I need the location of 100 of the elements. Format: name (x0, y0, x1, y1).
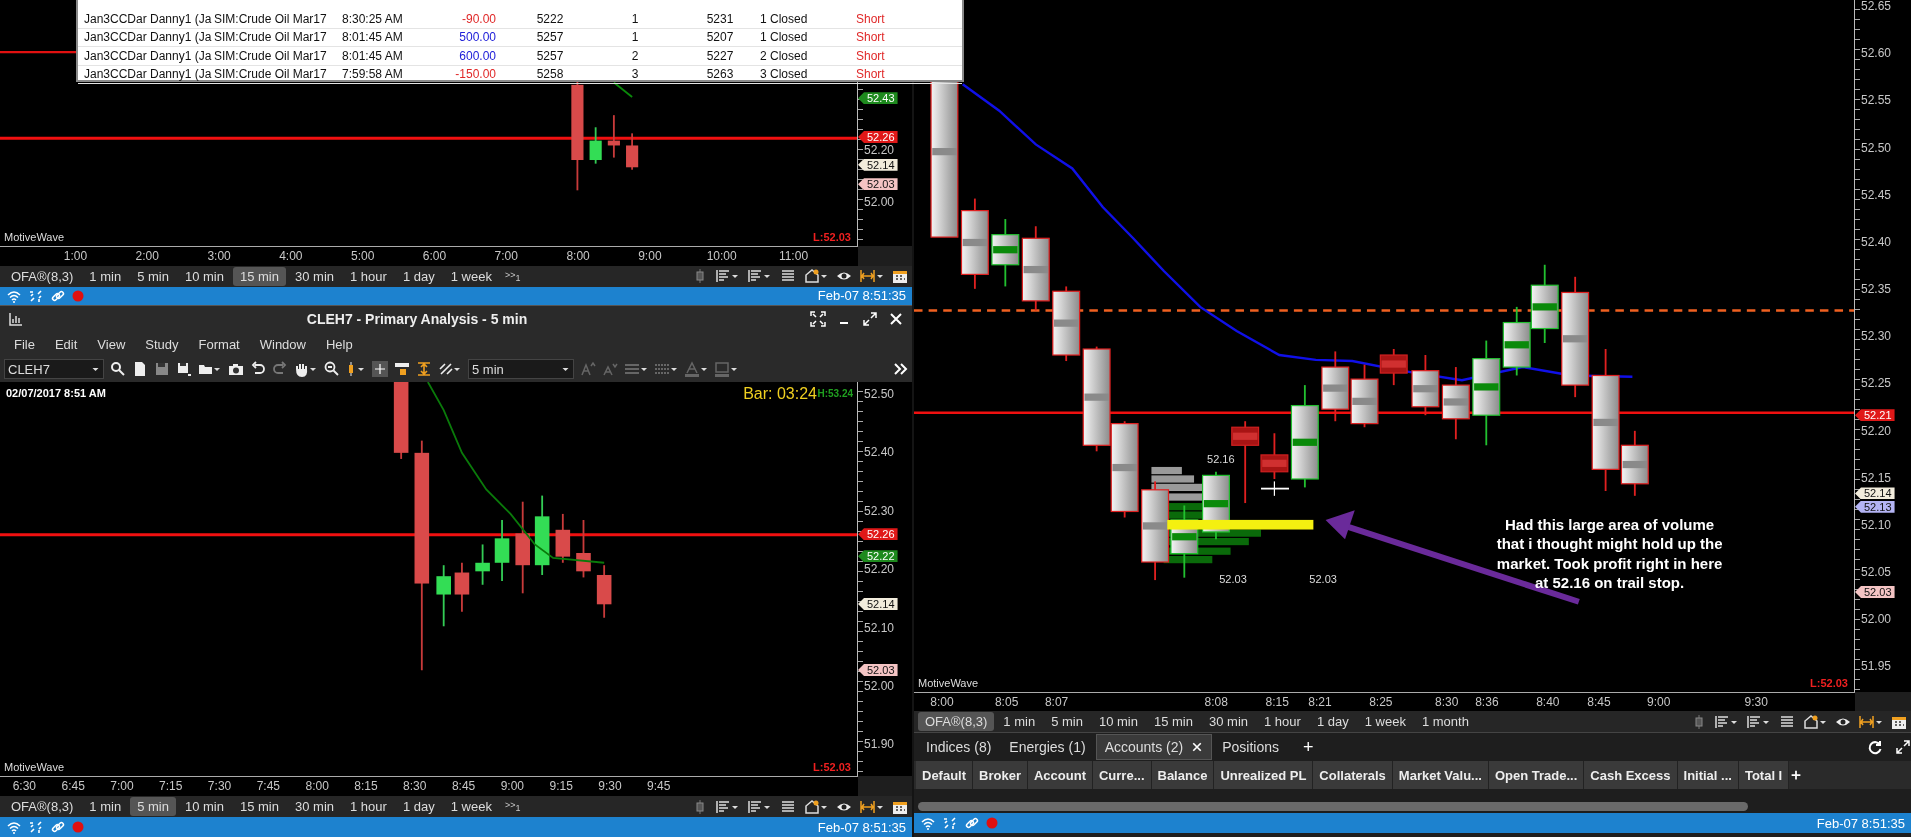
interval-tab[interactable]: 1 hour (343, 797, 394, 817)
interval-tab[interactable]: 1 week (443, 797, 499, 817)
interval-tab[interactable]: 1 day (395, 266, 442, 286)
interval-tab[interactable]: 15 min (232, 266, 286, 286)
menu-item[interactable]: Format (188, 337, 250, 353)
column-header[interactable]: Balance (1151, 761, 1215, 789)
save-icon[interactable] (154, 361, 170, 378)
interval-tab[interactable]: 10 min (1091, 712, 1145, 731)
bars-icon[interactable] (716, 798, 740, 815)
fit-height-icon[interactable] (416, 361, 432, 378)
crosshair-icon[interactable] (372, 361, 388, 378)
list-icon[interactable] (780, 798, 796, 815)
document-icon[interactable] (132, 361, 148, 378)
interval-tab[interactable]: 1 day (1309, 712, 1356, 731)
bars-icon[interactable] (748, 268, 772, 285)
study-button[interactable]: OFA®(8,3) (4, 797, 81, 817)
menu-item[interactable]: Help (316, 337, 363, 353)
interval-tab[interactable]: 5 min (130, 266, 176, 286)
list-icon[interactable] (1779, 713, 1795, 730)
price-tag: 52.14 (1855, 487, 1895, 500)
menu-item[interactable]: File (4, 337, 45, 353)
interval-tab[interactable]: 1 min (82, 266, 129, 286)
bars-icon[interactable] (1747, 713, 1771, 730)
study-button[interactable]: OFA®(8,3) (4, 266, 81, 286)
interval-tab[interactable]: 1 hour (343, 266, 394, 286)
column-header[interactable]: Collaterals (1313, 761, 1393, 789)
column-header[interactable]: Market Valu... (1392, 761, 1489, 789)
menu-item[interactable]: Edit (44, 337, 88, 353)
add-tab-button[interactable]: + (1289, 736, 1328, 758)
interval-tab[interactable]: 1 min (996, 712, 1043, 731)
interval-tab[interactable]: 1 day (395, 797, 442, 817)
interval-tab[interactable]: 15 min (232, 797, 286, 817)
interval-tab[interactable]: 5 min (130, 797, 176, 817)
house-chart-icon[interactable] (804, 798, 828, 815)
hand-icon[interactable] (294, 361, 318, 378)
house-chart-icon[interactable] (804, 268, 828, 285)
fullscreen-icon[interactable] (810, 311, 826, 328)
column-header[interactable]: Initial ... (1677, 761, 1739, 789)
column-header[interactable]: Unrealized PL (1214, 761, 1314, 789)
last-price-label: L:52.03 (813, 231, 851, 244)
column-header[interactable]: Cash Excess (1584, 761, 1678, 789)
interval-field[interactable]: 5 min (468, 359, 574, 380)
interval-tab[interactable]: 5 min (1044, 712, 1090, 731)
chart-icon[interactable] (8, 311, 24, 328)
interval-tab[interactable]: 10 min (177, 797, 231, 817)
save-as-icon[interactable] (176, 361, 192, 378)
close-icon[interactable] (1191, 741, 1204, 753)
column-header[interactable]: Curre... (1093, 761, 1152, 789)
bars-icon[interactable] (716, 268, 740, 285)
interval-tab[interactable]: 1 week (1357, 712, 1413, 731)
interval-tab[interactable]: 1 month (1414, 712, 1476, 731)
volume-bar (1151, 466, 1182, 475)
column-header[interactable]: Open Trade... (1488, 761, 1585, 789)
maximize-icon[interactable] (862, 311, 878, 328)
expand-icon[interactable] (1895, 739, 1911, 755)
table-cell-text: 5257 (535, 48, 565, 63)
symbol-field[interactable]: CLEH7 (4, 359, 104, 380)
interval-tab[interactable]: 10 min (177, 266, 231, 286)
house-chart-icon[interactable] (1803, 713, 1827, 730)
bars-icon[interactable] (748, 798, 772, 815)
price-tag: 52.03 (1855, 586, 1895, 599)
interval-tab[interactable]: 30 min (1202, 712, 1255, 731)
refresh-icon[interactable] (1867, 739, 1883, 755)
column-header[interactable]: Default (916, 761, 974, 789)
width-arrows-icon[interactable] (1859, 713, 1883, 730)
bars-icon[interactable] (1715, 713, 1739, 730)
interval-tab[interactable]: 30 min (288, 797, 341, 817)
text-color-icon[interactable] (684, 361, 708, 378)
panel-tab[interactable]: Indices (8) (918, 735, 1000, 759)
panel-tab[interactable]: Accounts (2) (1095, 734, 1213, 760)
time-tick-label: 2:00 (135, 249, 159, 264)
zoom-out-icon[interactable] (324, 361, 340, 378)
fill-color-icon[interactable] (714, 361, 738, 378)
search-icon[interactable] (110, 361, 126, 378)
column-header[interactable]: Broker (973, 761, 1028, 789)
interval-tab[interactable]: 1 week (443, 266, 499, 286)
font-size-icon[interactable] (602, 361, 618, 378)
interval-tab[interactable]: 15 min (1146, 712, 1200, 731)
table-cell-text: 8:30:25 AM (342, 11, 404, 26)
study-button[interactable]: OFA®(8,3) (918, 712, 995, 731)
column-header[interactable]: Account (1028, 761, 1093, 789)
interval-tab[interactable]: 1 min (82, 797, 129, 817)
calendar-icon[interactable] (892, 268, 908, 285)
panel-tab[interactable]: Positions (1214, 735, 1288, 759)
scrollbar-thumb[interactable] (918, 801, 1748, 811)
camera-icon[interactable] (228, 361, 244, 378)
menu-item[interactable]: View (87, 337, 136, 353)
panel-tab[interactable]: Energies (1) (1001, 735, 1094, 759)
interval-tab[interactable]: 1 hour (1257, 712, 1308, 731)
width-arrows-icon[interactable] (860, 798, 884, 815)
candle-icon[interactable] (346, 361, 366, 378)
font-size-icon[interactable] (580, 361, 596, 378)
candle (475, 543, 490, 586)
menu-item[interactable]: Study (135, 337, 189, 353)
column-header[interactable]: Total I (1738, 761, 1790, 789)
interval-tab[interactable]: 30 min (288, 266, 341, 286)
width-arrows-icon[interactable] (860, 268, 884, 285)
table-cell-text: 600.00 (458, 48, 497, 63)
marker-icon[interactable] (394, 361, 410, 378)
menu-item[interactable]: Window (249, 337, 316, 353)
